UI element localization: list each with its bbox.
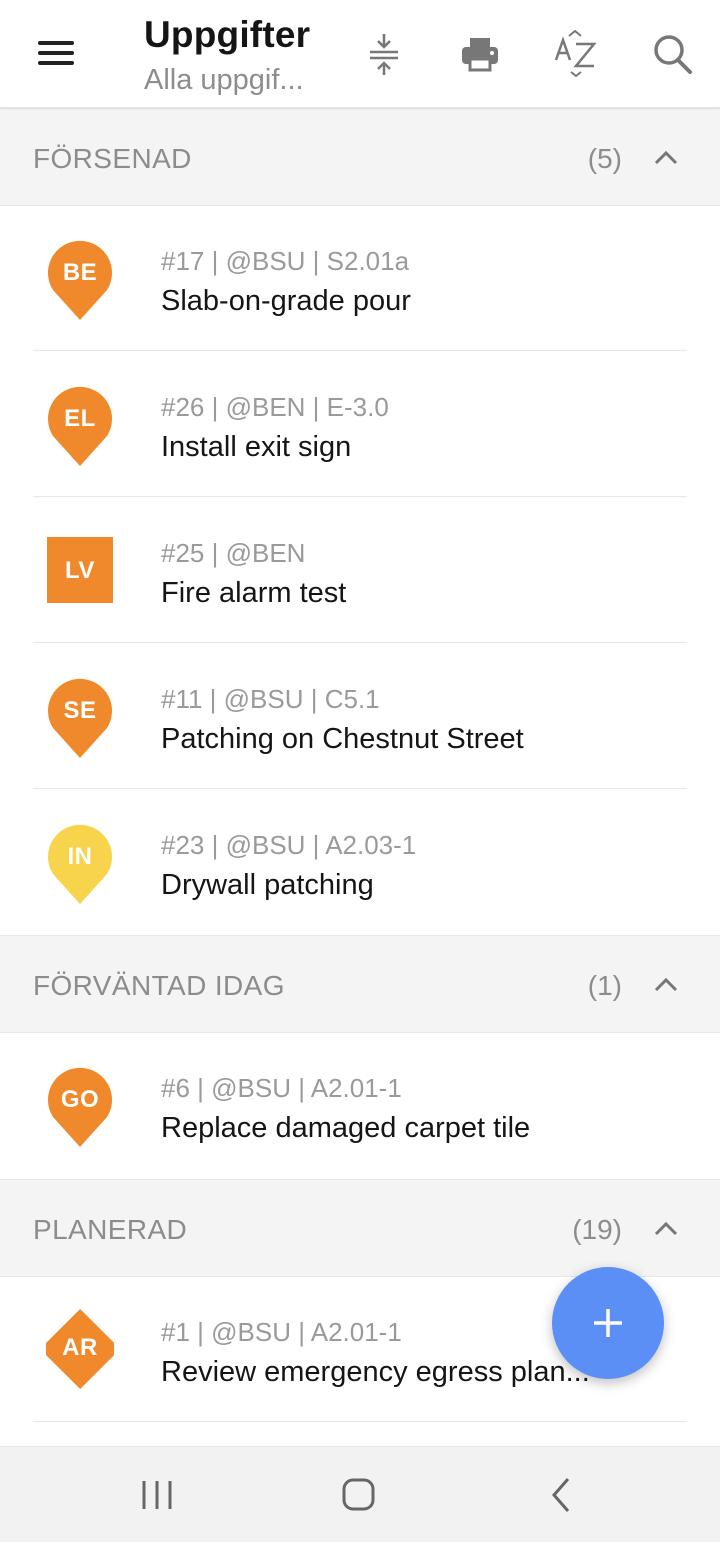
app-bar: Uppgifter Alla uppgif... xyxy=(0,0,720,108)
home-icon[interactable] xyxy=(328,1467,388,1523)
divider xyxy=(33,350,687,351)
task-row[interactable]: BE #17 | @BSU | S2.01a Slab-on-grade pou… xyxy=(0,206,720,351)
back-icon[interactable] xyxy=(532,1467,592,1523)
section-title: FÖRSENAD xyxy=(33,143,192,174)
task-row[interactable]: GO #6 | @BSU | A2.01-1 Replace damaged c… xyxy=(0,1033,720,1178)
task-name: Drywall patching xyxy=(161,869,374,901)
task-diamond-avatar: AR xyxy=(46,1309,114,1391)
task-meta: #6 | @BSU | A2.01-1 xyxy=(161,1073,402,1103)
system-nav-bar xyxy=(0,1446,720,1542)
task-meta: #23 | @BSU | A2.03-1 xyxy=(161,830,417,860)
divider xyxy=(33,642,687,643)
divider xyxy=(33,496,687,497)
divider xyxy=(33,788,687,789)
section-count: (19) xyxy=(572,1214,622,1245)
section-count: (5) xyxy=(587,143,622,174)
filter-subtitle[interactable]: Alla uppgif... xyxy=(144,64,304,97)
task-meta: #1 | @BSU | A2.01-1 xyxy=(161,1317,402,1347)
add-task-button[interactable] xyxy=(552,1267,664,1379)
section-title: PLANERAD xyxy=(33,1214,188,1245)
task-pin-avatar: EL xyxy=(46,384,114,466)
task-meta: #25 | @BEN xyxy=(161,538,306,568)
task-name: Patching on Chestnut Street xyxy=(161,723,524,755)
divider xyxy=(33,1421,687,1422)
chevron-up-icon[interactable] xyxy=(652,972,680,996)
print-icon[interactable] xyxy=(456,30,504,78)
menu-icon[interactable] xyxy=(28,32,84,76)
section-header-due-today[interactable]: FÖRVÄNTAD IDAG (1) xyxy=(0,935,720,1033)
chevron-up-icon[interactable] xyxy=(652,145,680,169)
search-icon[interactable] xyxy=(648,30,696,78)
chevron-up-icon[interactable] xyxy=(652,1216,680,1240)
task-meta: #17 | @BSU | S2.01a xyxy=(161,246,410,276)
task-square-avatar: LV xyxy=(46,537,114,619)
sort-az-icon[interactable] xyxy=(552,29,600,78)
task-name: Replace damaged carpet tile xyxy=(161,1112,531,1144)
collapse-icon[interactable] xyxy=(360,30,408,78)
task-row[interactable]: EL #26 | @BEN | E-3.0 Install exit sign xyxy=(0,352,720,497)
task-row[interactable]: IN #23 | @BSU | A2.03-1 Drywall patching xyxy=(0,790,720,935)
section-header-planned[interactable]: PLANERAD (19) xyxy=(0,1179,720,1277)
task-pin-avatar: GO xyxy=(46,1065,114,1147)
task-row[interactable]: SE #11 | @BSU | C5.1 Patching on Chestnu… xyxy=(0,644,720,789)
task-row[interactable]: LV #25 | @BEN Fire alarm test xyxy=(0,498,720,643)
task-name: Review emergency egress plan... xyxy=(161,1356,590,1388)
task-name: Fire alarm test xyxy=(161,577,347,609)
task-pin-avatar: BE xyxy=(46,238,114,320)
plus-icon xyxy=(594,1309,622,1337)
section-count: (1) xyxy=(587,970,622,1001)
task-meta: #11 | @BSU | C5.1 xyxy=(161,684,380,714)
page-title: Uppgifter xyxy=(144,14,311,55)
section-header-overdue[interactable]: FÖRSENAD (5) xyxy=(0,108,720,206)
task-meta: #26 | @BEN | E-3.0 xyxy=(161,392,389,422)
recent-apps-icon[interactable] xyxy=(128,1467,188,1523)
task-name: Slab-on-grade pour xyxy=(161,285,411,317)
task-pin-avatar: IN xyxy=(46,822,114,904)
section-title: FÖRVÄNTAD IDAG xyxy=(33,970,285,1001)
task-name: Install exit sign xyxy=(161,431,352,463)
task-pin-avatar: SE xyxy=(46,676,114,758)
